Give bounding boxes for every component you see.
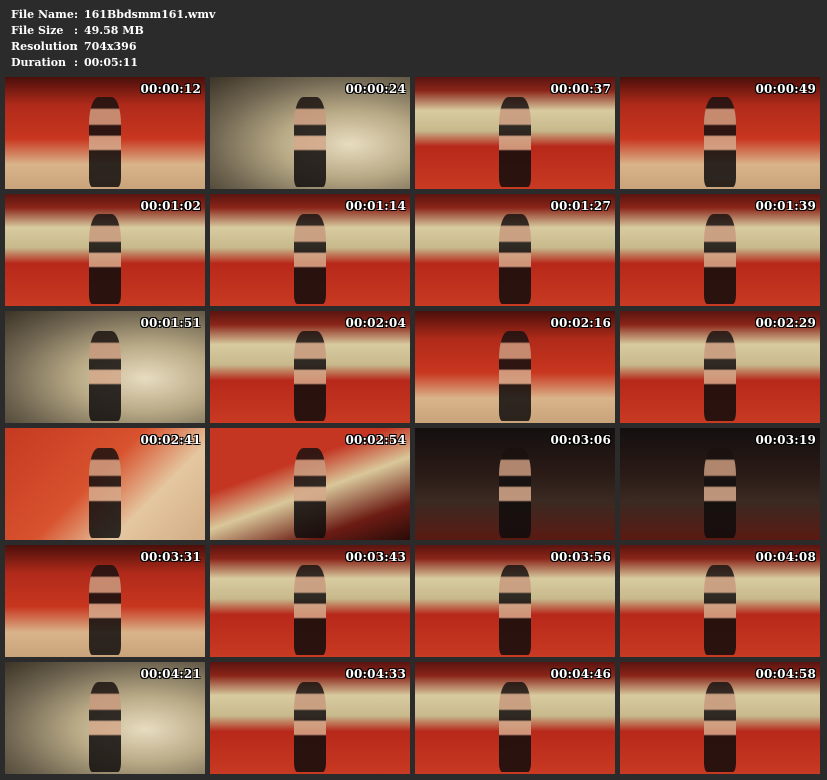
- timestamp-label: 00:02:41: [140, 433, 201, 447]
- video-thumbnail: 00:03:31: [5, 545, 205, 657]
- figure-silhouette: [704, 97, 736, 187]
- resolution-row: Resolution : 704x396: [11, 39, 215, 55]
- video-thumbnail: 00:02:04: [210, 311, 410, 423]
- figure-silhouette: [294, 448, 326, 538]
- file-size-value: 49.58 MB: [84, 24, 144, 37]
- figure-silhouette: [89, 682, 121, 772]
- video-thumbnail: 00:04:33: [210, 662, 410, 774]
- file-size-separator: :: [74, 24, 79, 37]
- duration-value: 00:05:11: [84, 56, 139, 69]
- video-thumbnail: 00:01:51: [5, 311, 205, 423]
- duration-row: Duration : 00:05:11: [11, 55, 215, 71]
- video-thumbnail: 00:01:14: [210, 194, 410, 306]
- figure-silhouette: [499, 214, 531, 304]
- video-thumbnail: 00:04:08: [620, 545, 820, 657]
- figure-silhouette: [499, 97, 531, 187]
- video-thumbnail: 00:02:41: [5, 428, 205, 540]
- file-size-label: File Size: [11, 24, 64, 37]
- timestamp-label: 00:02:29: [755, 316, 816, 330]
- video-thumbnail: 00:01:27: [415, 194, 615, 306]
- figure-silhouette: [89, 214, 121, 304]
- figure-silhouette: [89, 97, 121, 187]
- figure-silhouette: [294, 565, 326, 655]
- video-thumbnail: 00:03:06: [415, 428, 615, 540]
- video-thumbnail: 00:00:37: [415, 77, 615, 189]
- figure-silhouette: [499, 682, 531, 772]
- timestamp-label: 00:02:16: [550, 316, 611, 330]
- timestamp-label: 00:01:14: [345, 199, 406, 213]
- file-name-label: File Name: [11, 8, 74, 21]
- figure-silhouette: [704, 448, 736, 538]
- figure-silhouette: [89, 331, 121, 421]
- figure-silhouette: [89, 448, 121, 538]
- figure-silhouette: [704, 331, 736, 421]
- timestamp-label: 00:03:06: [550, 433, 611, 447]
- timestamp-label: 00:04:08: [755, 550, 816, 564]
- timestamp-label: 00:00:37: [550, 82, 611, 96]
- file-size-row: File Size : 49.58 MB: [11, 23, 215, 39]
- timestamp-label: 00:04:21: [140, 667, 201, 681]
- figure-silhouette: [499, 331, 531, 421]
- video-thumbnail: 00:04:58: [620, 662, 820, 774]
- file-name-row: File Name : 161Bbdsmm161.wmv: [11, 7, 215, 23]
- duration-separator: :: [74, 56, 79, 69]
- timestamp-label: 00:02:54: [345, 433, 406, 447]
- resolution-value: 704x396: [84, 40, 137, 53]
- video-thumbnail: 00:01:02: [5, 194, 205, 306]
- video-thumbnail: 00:03:19: [620, 428, 820, 540]
- video-thumbnail: 00:02:54: [210, 428, 410, 540]
- figure-silhouette: [294, 682, 326, 772]
- timestamp-label: 00:03:19: [755, 433, 816, 447]
- file-name-separator: :: [74, 8, 79, 21]
- timestamp-label: 00:01:27: [550, 199, 611, 213]
- timestamp-label: 00:04:58: [755, 667, 816, 681]
- video-thumbnail: 00:04:46: [415, 662, 615, 774]
- file-info-panel: File Name : 161Bbdsmm161.wmv File Size :…: [11, 7, 215, 71]
- video-thumbnail: 00:02:29: [620, 311, 820, 423]
- figure-silhouette: [294, 97, 326, 187]
- timestamp-label: 00:00:24: [345, 82, 406, 96]
- timestamp-label: 00:03:31: [140, 550, 201, 564]
- video-thumbnail: 00:00:12: [5, 77, 205, 189]
- resolution-label: Resolution: [11, 40, 78, 53]
- timestamp-label: 00:03:43: [345, 550, 406, 564]
- video-thumbnail: 00:04:21: [5, 662, 205, 774]
- figure-silhouette: [89, 565, 121, 655]
- timestamp-label: 00:04:33: [345, 667, 406, 681]
- timestamp-label: 00:03:56: [550, 550, 611, 564]
- figure-silhouette: [294, 331, 326, 421]
- timestamp-label: 00:00:12: [140, 82, 201, 96]
- video-thumbnail: 00:03:43: [210, 545, 410, 657]
- video-thumbnail: 00:03:56: [415, 545, 615, 657]
- video-thumbnail: 00:02:16: [415, 311, 615, 423]
- figure-silhouette: [704, 682, 736, 772]
- figure-silhouette: [704, 565, 736, 655]
- figure-silhouette: [499, 565, 531, 655]
- timestamp-label: 00:01:39: [755, 199, 816, 213]
- video-thumbnail: 00:01:39: [620, 194, 820, 306]
- file-name-value: 161Bbdsmm161.wmv: [84, 8, 216, 21]
- figure-silhouette: [499, 448, 531, 538]
- video-thumbnail: 00:00:24: [210, 77, 410, 189]
- figure-silhouette: [294, 214, 326, 304]
- video-thumbnail: 00:00:49: [620, 77, 820, 189]
- timestamp-label: 00:00:49: [755, 82, 816, 96]
- figure-silhouette: [704, 214, 736, 304]
- timestamp-label: 00:04:46: [550, 667, 611, 681]
- duration-label: Duration: [11, 56, 67, 69]
- timestamp-label: 00:02:04: [345, 316, 406, 330]
- timestamp-label: 00:01:51: [140, 316, 201, 330]
- timestamp-label: 00:01:02: [140, 199, 201, 213]
- resolution-separator: :: [74, 40, 79, 53]
